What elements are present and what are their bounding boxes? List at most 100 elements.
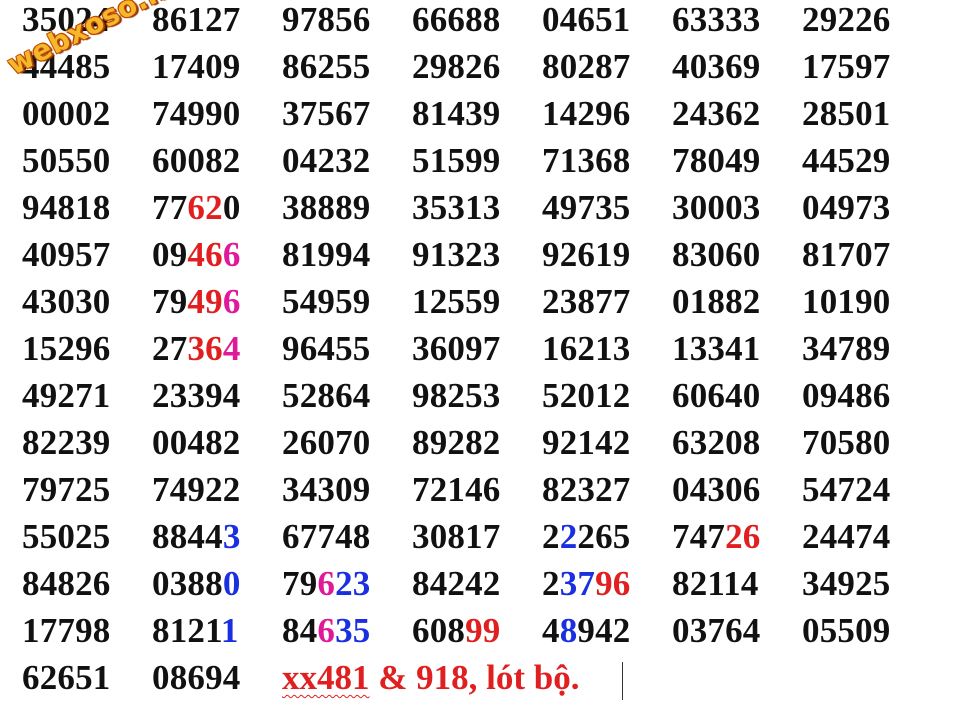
number-cell: 74990 — [152, 94, 241, 134]
digits: 2 — [542, 564, 560, 603]
number-cell: 37567 — [282, 94, 371, 134]
number-cell: 03764 — [672, 611, 761, 651]
digits: 79725 — [22, 470, 111, 509]
number-cell: 29226 — [802, 0, 891, 40]
number-cell: 78049 — [672, 141, 761, 181]
highlighted-digits: 6 — [317, 564, 336, 603]
digits: 29226 — [802, 0, 891, 39]
digits: 24362 — [672, 94, 761, 133]
digits: 84242 — [412, 564, 501, 603]
number-cell: 34925 — [802, 564, 891, 604]
number-cell: 38889 — [282, 188, 371, 228]
digits: 28501 — [802, 94, 891, 133]
digits: 55025 — [22, 517, 111, 556]
number-cell: 04306 — [672, 470, 761, 510]
number-cell: 17409 — [152, 47, 241, 87]
digits: 17409 — [152, 47, 241, 86]
number-cell: 67748 — [282, 517, 371, 557]
number-cell: 63208 — [672, 423, 761, 463]
highlighted-digits: 0 — [222, 564, 241, 603]
digits: 70580 — [802, 423, 891, 462]
digits: 30817 — [412, 517, 501, 556]
digits: 00002 — [22, 94, 111, 133]
number-cell: 77620 — [152, 188, 241, 228]
number-cell: 50550 — [22, 141, 111, 181]
digits: 92142 — [542, 423, 631, 462]
number-cell: 92619 — [542, 235, 631, 275]
number-cell: 79725 — [22, 470, 111, 510]
digits: 17798 — [22, 611, 111, 650]
number-cell: 30817 — [412, 517, 501, 557]
number-cell: 26070 — [282, 423, 371, 463]
digits: 2 — [542, 517, 560, 556]
highlighted-digits: 3 — [222, 517, 241, 556]
digits: 92619 — [542, 235, 631, 274]
digits: 4 — [542, 611, 560, 650]
number-cell: 10190 — [802, 282, 891, 322]
number-cell: 54959 — [282, 282, 371, 322]
highlighted-digits: 26 — [725, 517, 761, 556]
digits: 97856 — [282, 0, 371, 39]
digits: 03764 — [672, 611, 761, 650]
number-cell: 71368 — [542, 141, 631, 181]
digits: 72146 — [412, 470, 501, 509]
number-cell: 05509 — [802, 611, 891, 651]
number-cell: 79496 — [152, 282, 241, 322]
highlighted-digits: 1 — [220, 611, 239, 650]
digits: 23877 — [542, 282, 631, 321]
number-cell: 34789 — [802, 329, 891, 369]
digits: 8121 — [152, 611, 221, 650]
digits: 04306 — [672, 470, 761, 509]
number-cell: 09466 — [152, 235, 241, 275]
number-cell: 84826 — [22, 564, 111, 604]
number-cell: 86255 — [282, 47, 371, 87]
digits: 04232 — [282, 141, 371, 180]
highlighted-digits: 35 — [335, 611, 371, 650]
digits: 13341 — [672, 329, 761, 368]
number-cell: 44529 — [802, 141, 891, 181]
digits: 79 — [282, 564, 318, 603]
digits: 8844 — [152, 517, 223, 556]
number-cell: 03880 — [152, 564, 241, 604]
digits: 78049 — [672, 141, 761, 180]
digits: 30003 — [672, 188, 761, 227]
number-cell: 14296 — [542, 94, 631, 134]
digits: 29826 — [412, 47, 501, 86]
number-cell: 74922 — [152, 470, 241, 510]
number-cell: 66688 — [412, 0, 501, 40]
highlighted-digits: 6 — [222, 282, 241, 321]
highlighted-digits: 2 — [559, 517, 578, 556]
digits: 74922 — [152, 470, 241, 509]
digits: 24474 — [802, 517, 891, 556]
number-cell: 80287 — [542, 47, 631, 87]
number-cell: 49735 — [542, 188, 631, 228]
number-cell: 04651 — [542, 0, 631, 40]
digits: 40957 — [22, 235, 111, 274]
number-cell: 23796 — [542, 564, 631, 604]
number-cell: 62651 — [22, 658, 111, 698]
digits: 43030 — [22, 282, 111, 321]
digits: 51599 — [412, 141, 501, 180]
digits: 81707 — [802, 235, 891, 274]
digits: 10190 — [802, 282, 891, 321]
number-cell: 00482 — [152, 423, 241, 463]
digits: 50550 — [22, 141, 111, 180]
digits: 91323 — [412, 235, 501, 274]
digits: 79 — [152, 282, 188, 321]
digits: 49271 — [22, 376, 111, 415]
highlighted-digits: 62 — [187, 188, 223, 227]
highlighted-digits: 6 — [222, 235, 241, 274]
digits: 12559 — [412, 282, 501, 321]
digits: 81994 — [282, 235, 371, 274]
number-cell: 82114 — [672, 564, 759, 604]
digits: 09486 — [802, 376, 891, 415]
digits: 66688 — [412, 0, 501, 39]
digits: 80287 — [542, 47, 631, 86]
number-cell: 35313 — [412, 188, 501, 228]
digits: 52864 — [282, 376, 371, 415]
digits: 84 — [282, 611, 318, 650]
number-cell: 63333 — [672, 0, 761, 40]
digits: 14296 — [542, 94, 631, 133]
number-cell: 54724 — [802, 470, 891, 510]
digits: 83060 — [672, 235, 761, 274]
